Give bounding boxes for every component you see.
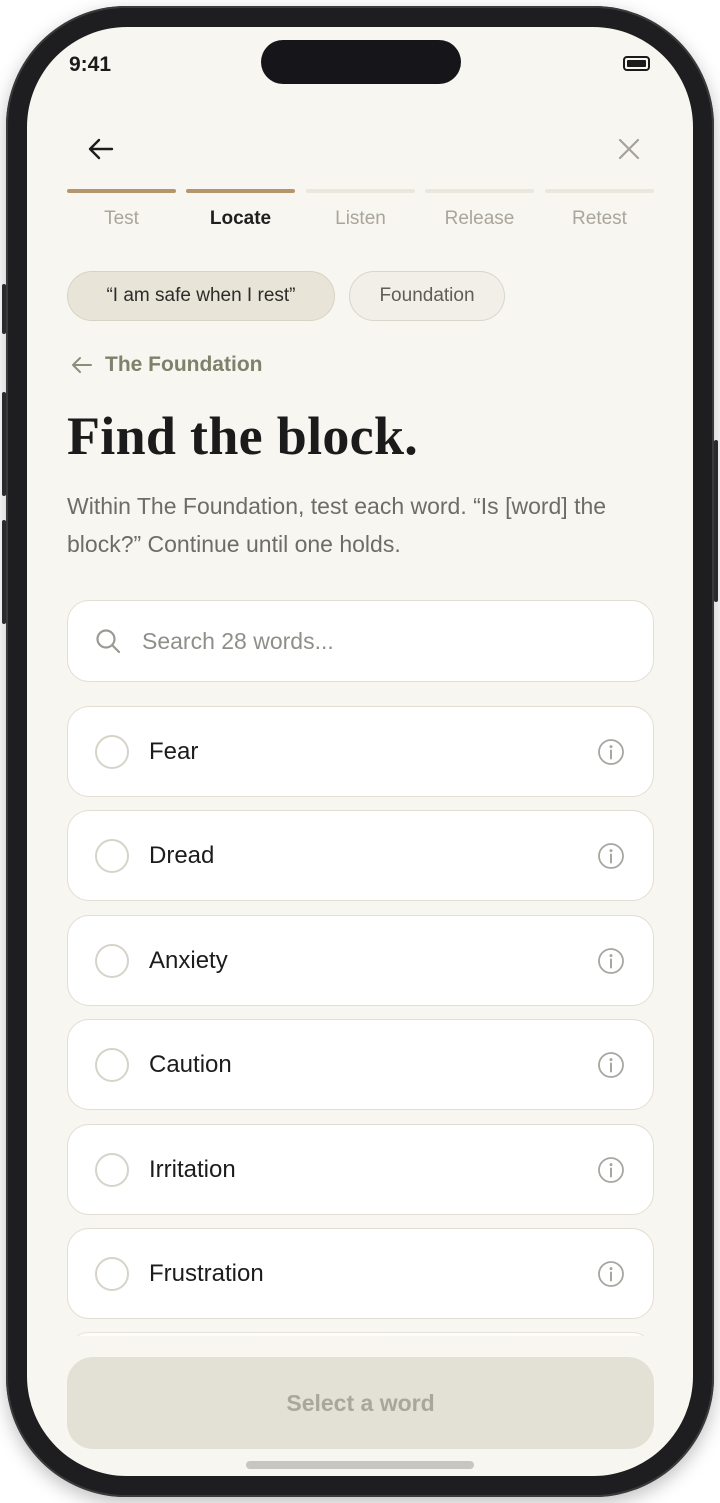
home-indicator[interactable] bbox=[246, 1461, 474, 1469]
word-label: Caution bbox=[149, 1050, 232, 1078]
page-title: Find the block. bbox=[67, 406, 419, 466]
volume-up-button bbox=[2, 392, 6, 496]
app-screen: 9:41 Test Locate Listen Release Retest “… bbox=[27, 27, 693, 1476]
list-fade bbox=[27, 1327, 693, 1357]
step-label: Listen bbox=[335, 208, 386, 229]
info-icon[interactable] bbox=[597, 842, 625, 870]
radio-unselected-icon[interactable] bbox=[95, 1047, 129, 1082]
radio-unselected-icon[interactable] bbox=[95, 1152, 129, 1187]
word-list[interactable]: Fear Dread Anxiety Caution Irritation Fr… bbox=[67, 706, 654, 1336]
affirmation-chip[interactable]: “I am safe when I rest” bbox=[67, 271, 335, 321]
word-label: Irritation bbox=[149, 1155, 236, 1183]
back-to-foundation-link[interactable]: The Foundation bbox=[71, 350, 262, 380]
step-test[interactable]: Test bbox=[67, 189, 176, 230]
step-retest[interactable]: Retest bbox=[545, 189, 654, 230]
page-description: Within The Foundation, test each word. “… bbox=[67, 493, 607, 557]
select-word-button[interactable]: Select a word bbox=[67, 1357, 654, 1449]
search-icon bbox=[96, 629, 121, 654]
step-bar bbox=[67, 189, 176, 193]
radio-unselected-icon[interactable] bbox=[95, 1256, 129, 1291]
arrow-left-icon bbox=[72, 357, 92, 373]
radio-unselected-icon[interactable] bbox=[95, 838, 129, 873]
word-option-dread[interactable]: Dread bbox=[67, 810, 654, 901]
battery-icon bbox=[623, 56, 650, 71]
status-time: 9:41 bbox=[69, 53, 112, 76]
radio-unselected-icon[interactable] bbox=[95, 734, 129, 769]
word-option-irritation[interactable]: Irritation bbox=[67, 1124, 654, 1215]
word-option-anxiety[interactable]: Anxiety bbox=[67, 915, 654, 1006]
word-label: Frustration bbox=[149, 1259, 264, 1287]
info-icon[interactable] bbox=[597, 1260, 625, 1288]
foundation-chip[interactable]: Foundation bbox=[349, 271, 505, 321]
arrow-left-icon bbox=[88, 138, 114, 160]
back-link-label: The Foundation bbox=[105, 353, 263, 376]
word-option-fear[interactable]: Fear bbox=[67, 706, 654, 797]
step-bar bbox=[306, 189, 415, 193]
power-button bbox=[714, 440, 718, 602]
search-input[interactable] bbox=[142, 627, 653, 655]
info-icon[interactable] bbox=[597, 738, 625, 766]
step-bar bbox=[186, 189, 295, 193]
back-button[interactable] bbox=[77, 125, 125, 173]
step-bar bbox=[425, 189, 534, 193]
word-option-frustration[interactable]: Frustration bbox=[67, 1228, 654, 1319]
step-locate[interactable]: Locate bbox=[186, 189, 295, 230]
word-label: Anxiety bbox=[149, 946, 228, 974]
step-release[interactable]: Release bbox=[425, 189, 534, 230]
word-label: Dread bbox=[149, 841, 215, 869]
step-label: Locate bbox=[209, 208, 272, 229]
step-progress: Test Locate Listen Release Retest bbox=[67, 189, 654, 239]
close-button[interactable] bbox=[605, 125, 653, 173]
info-icon[interactable] bbox=[597, 1156, 625, 1184]
phone-frame: 9:41 Test Locate Listen Release Retest “… bbox=[2, 6, 718, 1497]
word-option-caution[interactable]: Caution bbox=[67, 1019, 654, 1110]
step-label: Retest bbox=[572, 208, 627, 229]
info-icon[interactable] bbox=[597, 1051, 625, 1079]
info-icon[interactable] bbox=[597, 947, 625, 975]
step-label: Test bbox=[104, 208, 139, 229]
search-box[interactable] bbox=[67, 600, 654, 682]
action-button bbox=[2, 284, 6, 334]
volume-down-button bbox=[2, 520, 6, 624]
word-label: Fear bbox=[149, 737, 199, 765]
step-bar bbox=[545, 189, 654, 193]
dynamic-island bbox=[261, 40, 461, 84]
radio-unselected-icon[interactable] bbox=[95, 943, 129, 978]
close-icon bbox=[618, 138, 640, 160]
step-listen[interactable]: Listen bbox=[306, 189, 415, 230]
step-label: Release bbox=[444, 208, 515, 229]
